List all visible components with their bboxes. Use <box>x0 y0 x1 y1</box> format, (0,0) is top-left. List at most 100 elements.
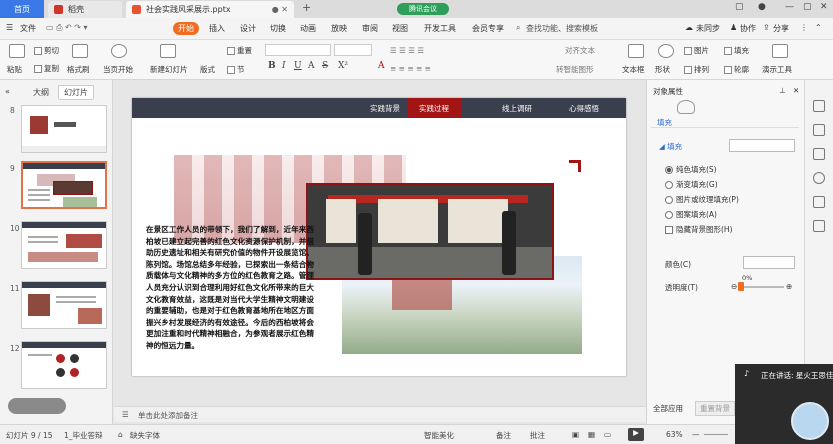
font-size-select[interactable] <box>334 44 372 56</box>
reset-button[interactable]: 重置 <box>227 45 252 56</box>
menu-design[interactable]: 设计 <box>240 23 256 34</box>
menu-review[interactable]: 审阅 <box>362 23 378 34</box>
reset-background-button[interactable]: 重置背景 <box>695 401 735 416</box>
transparency-decrease-icon[interactable]: ⊖ <box>731 282 737 291</box>
menu-insert[interactable]: 插入 <box>209 23 225 34</box>
notes-toggle[interactable]: 备注 <box>496 430 511 441</box>
zoom-out-icon[interactable]: — <box>692 430 700 439</box>
new-slide-button[interactable]: 新建幻灯片 <box>150 64 188 75</box>
underline-icon[interactable]: U <box>294 61 302 71</box>
text-icon[interactable] <box>813 220 825 232</box>
font-color-icon[interactable]: A <box>378 61 385 71</box>
fill-section-header[interactable]: ◢ 填充 <box>659 141 682 152</box>
menu-developer[interactable]: 开发工具 <box>424 23 456 34</box>
arrange-button[interactable]: 排列 <box>684 64 709 75</box>
fill-tab-icon[interactable] <box>677 100 695 114</box>
animation-icon[interactable] <box>813 124 825 136</box>
notes-bar[interactable]: ☰ 单击此处添加备注 <box>114 406 646 422</box>
window-layout-icon[interactable]: ▢ <box>735 2 744 12</box>
close-pane-icon[interactable]: ✕ <box>793 86 799 95</box>
transparency-slider-handle[interactable] <box>738 282 744 291</box>
paragraph-icons[interactable]: ☰ ☰ ☰ ☰ <box>390 46 424 55</box>
hamburger-icon[interactable]: ☰ <box>6 23 13 32</box>
tools-icon[interactable] <box>813 196 825 208</box>
format-painter-button[interactable]: 格式刷 <box>67 64 90 75</box>
section-button[interactable]: 节 <box>227 64 245 75</box>
tab-home[interactable]: 首页 <box>0 0 44 18</box>
tab-slides[interactable]: 幻灯片 <box>58 85 94 100</box>
superscript-icon[interactable]: X² <box>338 61 348 71</box>
close-tab-icon[interactable]: ● ✕ <box>272 5 288 14</box>
collapse-panel-icon[interactable]: « <box>5 87 10 96</box>
quick-access-icons[interactable]: ▭ ⎙ ↶ ↷ ▾ <box>46 23 88 33</box>
zoom-level[interactable]: 63% <box>666 430 683 439</box>
collapse-ribbon-icon[interactable]: ⌃ <box>815 23 822 32</box>
share-button[interactable]: 分享 <box>773 23 789 34</box>
smart-beautify-button[interactable]: 智能美化 <box>424 430 454 441</box>
smartart-button[interactable]: 转智能图形 <box>556 64 594 75</box>
sorter-view-icon[interactable]: ▦ <box>588 430 595 439</box>
hide-background-checkbox[interactable]: 隐藏背景图形(H) <box>665 224 733 235</box>
text-box-button[interactable]: 文本框 <box>622 64 645 75</box>
avatar[interactable] <box>791 402 829 440</box>
play-slideshow-icon[interactable]: ▶ <box>628 428 644 441</box>
presentation-tools-icon[interactable] <box>772 44 788 58</box>
presentation-tools-button[interactable]: 演示工具 <box>762 64 792 75</box>
option-gradient-fill[interactable]: 渐变填充(G) <box>665 179 718 190</box>
option-picture-fill[interactable]: 图片或纹理填充(P) <box>665 194 739 205</box>
fill-button[interactable]: 填充 <box>724 45 749 56</box>
slide-thumbnail-11[interactable] <box>21 281 107 329</box>
bold-icon[interactable]: B <box>268 61 276 71</box>
tab-docer[interactable]: 稻壳 <box>48 1 122 18</box>
apply-all-button[interactable]: 全部应用 <box>653 403 683 414</box>
design-icon[interactable] <box>813 148 825 160</box>
color-select[interactable] <box>743 256 795 269</box>
new-slide-icon[interactable] <box>160 44 176 58</box>
format-painter-icon[interactable] <box>72 44 88 58</box>
avatar-small[interactable]: ● <box>758 2 766 12</box>
collab-button[interactable]: 协作 <box>740 23 756 34</box>
tab-document[interactable]: 社会实践风采展示.pptx ● ✕ <box>126 1 294 18</box>
properties-icon[interactable] <box>813 100 825 112</box>
text-direction-button[interactable]: 对齐文本 <box>565 45 595 56</box>
from-current-button[interactable]: 当页开始 <box>103 64 133 75</box>
pin-icon[interactable]: ⊥ <box>779 86 786 95</box>
normal-view-icon[interactable]: ▣ <box>572 430 579 439</box>
option-pattern-fill[interactable]: 图案填充(A) <box>665 209 717 220</box>
transparency-slider[interactable] <box>740 286 784 288</box>
more-icon[interactable]: ⋮ <box>800 23 808 32</box>
slide-canvas[interactable]: 实践背景 实践过程 线上调研 心得感悟 在景区工作人员的带领下，我们了解到，近年… <box>132 98 626 376</box>
menu-view[interactable]: 视图 <box>392 23 408 34</box>
paste-icon[interactable] <box>9 44 25 58</box>
maximize-icon[interactable]: ▢ <box>803 2 812 12</box>
sync-status[interactable]: 未同步 <box>696 23 720 34</box>
menu-animation[interactable]: 动画 <box>300 23 316 34</box>
minimize-icon[interactable]: — <box>785 2 794 12</box>
font-name-select[interactable] <box>265 44 331 56</box>
search-input[interactable]: 查找功能、搜索模板 <box>526 23 598 34</box>
menu-member[interactable]: 会员专享 <box>472 23 504 34</box>
menu-file[interactable]: 文件 <box>20 23 36 34</box>
strikethrough-icon[interactable]: S <box>322 61 328 71</box>
cut-button[interactable]: 剪切 <box>34 45 59 56</box>
new-tab-icon[interactable]: + <box>302 1 311 14</box>
menu-start[interactable]: 开始 <box>173 22 199 35</box>
missing-font-button[interactable]: 缺失字体 <box>130 430 160 441</box>
panel-floating-toolbar[interactable] <box>8 398 66 414</box>
zoom-slider[interactable] <box>704 434 728 435</box>
share-icon[interactable]: ⇪ <box>763 23 770 32</box>
slide-thumbnail-9[interactable] <box>21 161 107 209</box>
align-icons[interactable]: ≡ ≡ ≡ ≡ ≡ <box>390 64 431 73</box>
slide-thumbnail-12[interactable] <box>21 341 107 389</box>
close-window-icon[interactable]: ✕ <box>820 2 828 12</box>
italic-icon[interactable]: I <box>282 61 286 71</box>
help-icon[interactable] <box>813 172 825 184</box>
comments-toggle[interactable]: 批注 <box>530 430 545 441</box>
play-icon[interactable] <box>111 44 127 58</box>
picture-button[interactable]: 图片 <box>684 45 709 56</box>
menu-slideshow[interactable]: 放映 <box>331 23 347 34</box>
copy-button[interactable]: 复制 <box>34 63 59 74</box>
slide-body-text[interactable]: 在景区工作人员的带领下，我们了解到，近年来西柏坡已建立起完善的红色文化资源保护机… <box>146 224 314 352</box>
collab-icon[interactable]: ♟ <box>730 23 737 32</box>
layout-button[interactable]: 版式 <box>200 64 215 75</box>
